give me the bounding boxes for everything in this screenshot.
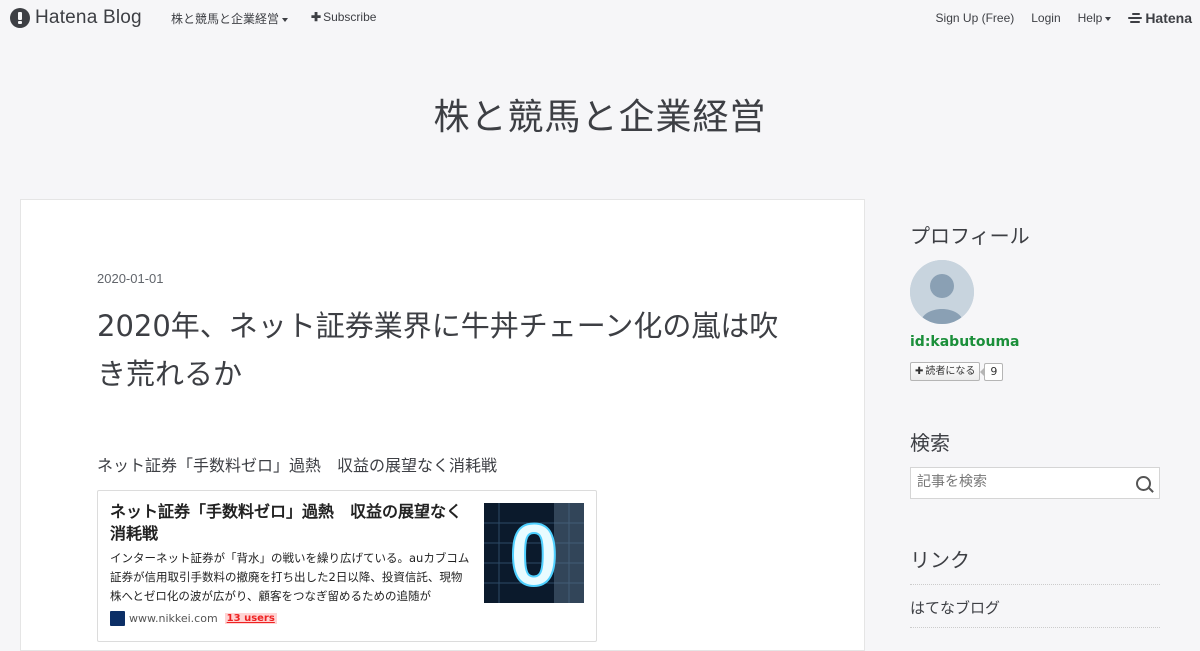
embed-card-description: インターネット証券が「背水」の戦いを繰り広げている。auカブコム証券が信用取引手… — [110, 551, 470, 603]
search-box — [910, 467, 1160, 499]
embed-card-site-url: www.nikkei.com — [129, 612, 218, 625]
divider — [910, 584, 1160, 585]
hatena-logo-icon — [1128, 13, 1143, 23]
help-menu[interactable]: Help — [1078, 11, 1112, 25]
global-header: Hatena Blog 株と競馬と企業経営 ✚ Subscribe Sign Up… — [0, 0, 1200, 36]
links-heading: リンク — [910, 548, 970, 572]
plus-icon: ✚ — [311, 10, 322, 24]
blog-title[interactable]: 株と競馬と企業経営 — [0, 88, 1200, 140]
caret-down-icon — [282, 17, 289, 22]
avatar[interactable] — [910, 260, 974, 324]
nikkei-favicon-icon — [110, 611, 125, 626]
embed-card[interactable]: ネット証券「手数料ゼロ」過熱 収益の展望なく消耗戦 インターネット証券が「背水」… — [97, 490, 597, 642]
plus-icon: ✚ — [915, 366, 924, 377]
embed-card-site[interactable]: www.nikkei.com 13 users — [110, 611, 277, 626]
embed-card-title[interactable]: ネット証券「手数料ゼロ」過熱 収益の展望なく消耗戦 — [110, 501, 470, 545]
profile-id-link[interactable]: id:kabutouma — [910, 334, 1019, 350]
hatena-logo[interactable]: Hatena — [1128, 10, 1192, 26]
entry-article: 2020-01-01 2020年、ネット証券業界に牛丼チェーン化の嵐は吹き荒れる… — [20, 199, 865, 651]
subscribe-reader: ✚ 読者になる 9 — [910, 362, 1004, 381]
blog-menu[interactable]: 株と競馬と企業経営 — [171, 10, 289, 27]
hatena-blog-logo-icon — [10, 8, 30, 28]
embed-card-thumbnail[interactable]: 0 — [484, 503, 584, 603]
login-link[interactable]: Login — [1031, 11, 1060, 25]
help-label: Help — [1077, 11, 1103, 25]
subscribe-button[interactable]: ✚ Subscribe — [311, 10, 376, 24]
avatar-icon — [910, 260, 974, 324]
entry-title[interactable]: 2020年、ネット証券業界に牛丼チェーン化の嵐は吹き荒れるか — [97, 302, 797, 398]
header-right-nav: Sign Up (Free) Login Help Hatena — [919, 10, 1192, 26]
thumbnail-digit: 0 — [510, 505, 559, 603]
subscribe-label: Subscribe — [323, 10, 377, 24]
bookmark-users-count[interactable]: 13 users — [224, 613, 277, 624]
entry-subtitle: ネット証券「手数料ゼロ」過熱 収益の展望なく消耗戦 — [97, 456, 498, 475]
hatena-logo-text: Hatena — [1145, 10, 1192, 26]
logo-text: Hatena Blog — [35, 7, 142, 28]
profile-heading: プロフィール — [910, 224, 1030, 248]
thumbnail-image: 0 — [484, 503, 584, 603]
reader-button-label: 読者になる — [925, 366, 976, 377]
hatena-blog-logo[interactable]: Hatena Blog — [10, 7, 142, 29]
search-icon[interactable] — [1136, 476, 1151, 491]
search-heading: 検索 — [910, 431, 950, 455]
reader-count: 9 — [980, 362, 1004, 381]
signup-link[interactable]: Sign Up (Free) — [936, 11, 1015, 25]
entry-date[interactable]: 2020-01-01 — [97, 271, 164, 286]
reader-button[interactable]: ✚ 読者になる — [910, 362, 981, 381]
divider — [910, 627, 1160, 628]
search-input[interactable] — [911, 468, 1127, 496]
link-item-hatena-blog[interactable]: はてなブログ — [910, 597, 1000, 618]
caret-down-icon — [1105, 16, 1112, 21]
blog-menu-label: 株と競馬と企業経営 — [171, 12, 280, 26]
